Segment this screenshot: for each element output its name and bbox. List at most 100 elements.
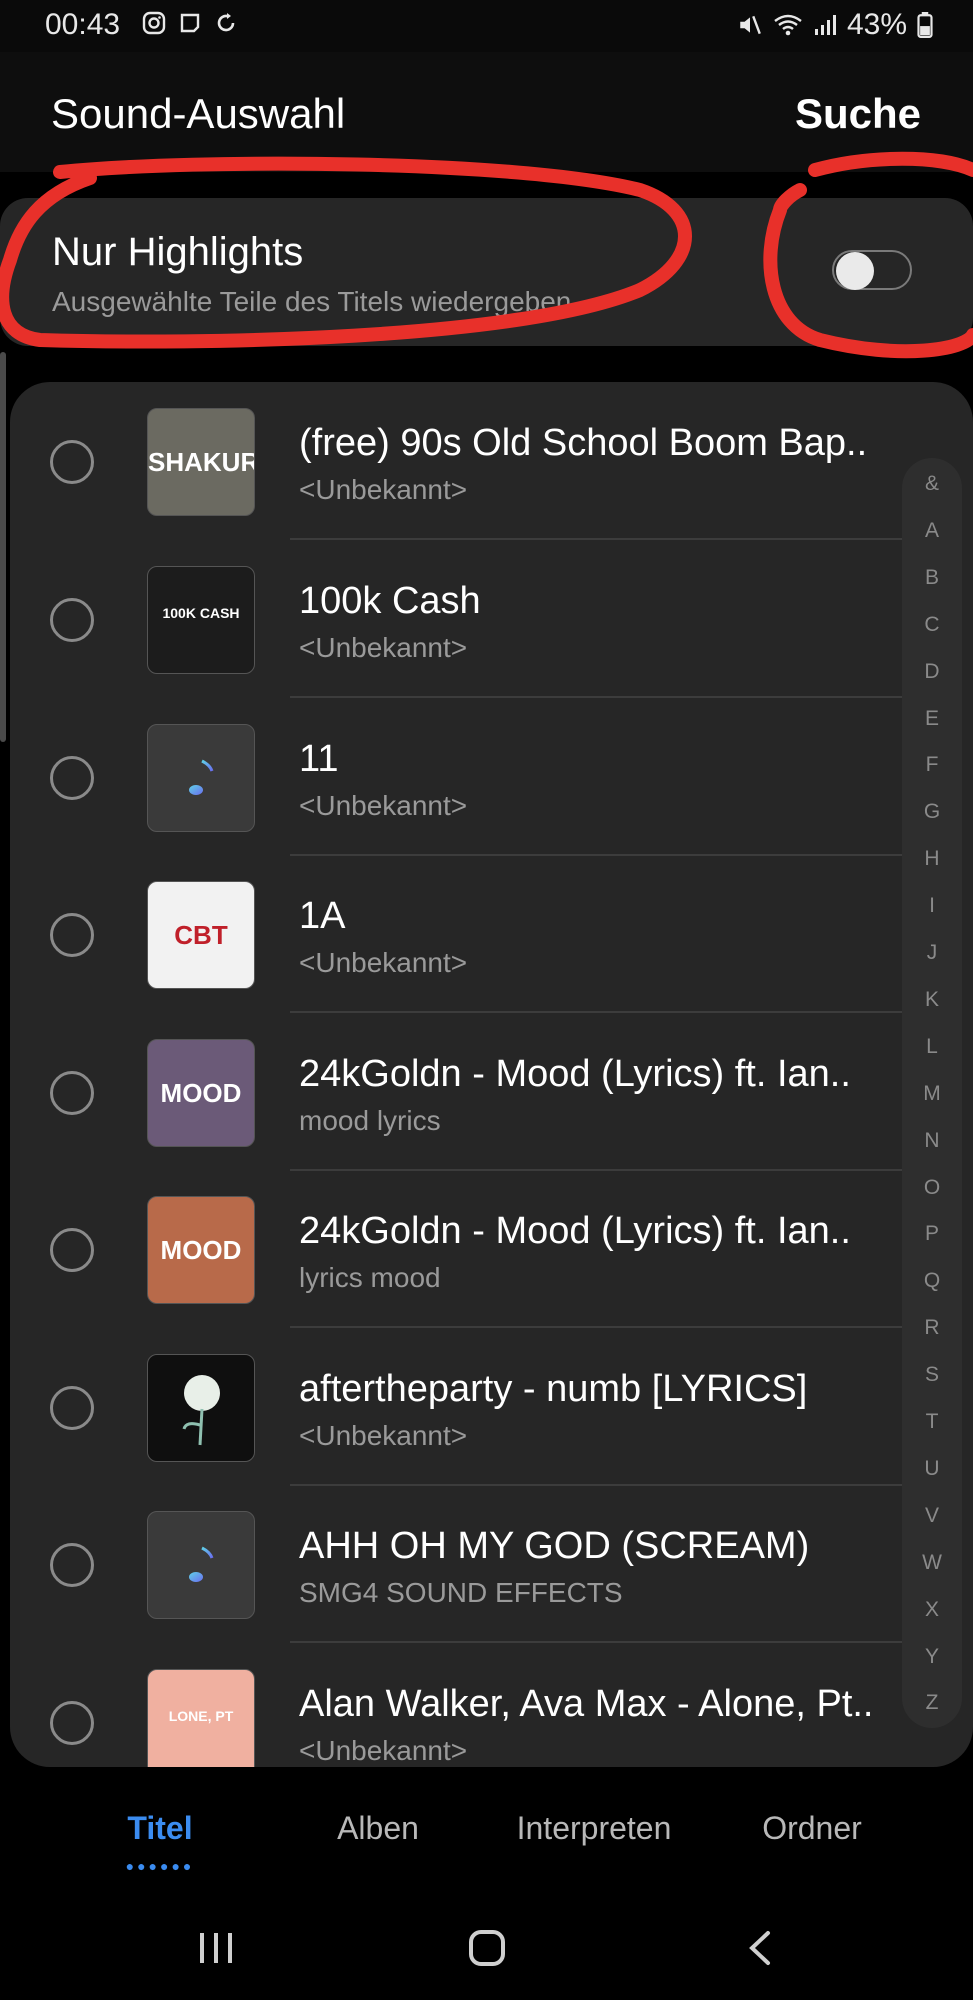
back-icon[interactable] [744, 1929, 774, 1967]
tab-label: Titel [127, 1810, 193, 1846]
battery-percent: 43% [846, 8, 907, 41]
song-title: 11 [299, 738, 339, 780]
song-title: 24kGoldn - Mood (Lyrics) ft. Ian.. [299, 1053, 851, 1095]
select-radio[interactable] [50, 913, 94, 957]
index-letter[interactable]: Q [902, 1269, 962, 1293]
signal-icon [814, 15, 836, 35]
album-art: 100K CASH [147, 566, 255, 674]
index-letter[interactable]: D [902, 660, 962, 684]
select-radio[interactable] [50, 1701, 94, 1745]
album-art-text: CBT [174, 920, 228, 950]
song-row[interactable]: 100K CASH 100k Cash <Unbekannt> [10, 540, 973, 698]
index-letter[interactable]: B [902, 566, 962, 590]
index-letter[interactable]: U [902, 1457, 962, 1481]
bottom-tabs: Titel ●●●●●● Alben Interpreten Ordner [0, 1790, 973, 1890]
album-art: MOOD [147, 1196, 255, 1304]
song-row[interactable]: MOOD 24kGoldn - Mood (Lyrics) ft. Ian.. mo… [10, 1013, 973, 1171]
song-title: Alan Walker, Ava Max - Alone, Pt.. [299, 1683, 874, 1725]
song-artist: mood lyrics [299, 1105, 441, 1136]
index-letter[interactable]: N [902, 1129, 962, 1153]
status-bar: 00:43 43% [0, 0, 973, 52]
index-letter[interactable]: H [902, 847, 962, 871]
app-header: Sound-Auswahl Suche [0, 52, 973, 172]
toggle-knob [836, 252, 874, 290]
song-title: 1A [299, 895, 346, 937]
index-letter[interactable]: A [902, 519, 962, 543]
highlights-title: Nur Highlights [52, 230, 304, 274]
sync-icon [217, 13, 235, 32]
index-letter[interactable]: M [902, 1082, 962, 1106]
tab-label: Alben [337, 1810, 419, 1846]
song-row[interactable]: LONE, PT Alan Walker, Ava Max - Alone, Pt… [10, 1643, 973, 1767]
song-title: aftertheparty - numb [LYRICS] [299, 1368, 808, 1410]
tab-label: Interpreten [516, 1810, 672, 1846]
song-artist: <Unbekannt> [299, 1735, 468, 1766]
select-radio[interactable] [50, 1386, 94, 1430]
song-artist: SMG4 SOUND EFFECTS [299, 1577, 623, 1608]
index-letter[interactable]: Z [902, 1691, 962, 1715]
highlights-setting[interactable]: Nur Highlights Ausgewählte Teile des Tit… [0, 198, 973, 346]
song-list[interactable]: SHAKUR (free) 90s Old School Boom Bap.. <U… [10, 382, 973, 1767]
index-letter[interactable]: G [902, 800, 962, 824]
tab-interpreten[interactable]: Interpreten [506, 1810, 682, 1847]
system-nav-bar [0, 1895, 973, 2000]
song-title: 100k Cash [299, 580, 481, 622]
page-title: Sound-Auswahl [51, 90, 346, 137]
music-note-icon [189, 1546, 214, 1582]
tab-label: Ordner [762, 1810, 862, 1846]
album-art-text: LONE, PT [168, 1708, 234, 1724]
scroll-indicator [0, 352, 6, 742]
album-art [147, 1354, 255, 1462]
song-title: AHH OH MY GOD (SCREAM) [299, 1525, 810, 1567]
album-art [147, 724, 255, 832]
index-letter[interactable]: L [902, 1035, 962, 1059]
select-radio[interactable] [50, 1071, 94, 1115]
alphabet-index[interactable]: & A B C D E F G H I J K L M N O P Q R S T U V W X Y Z [902, 458, 962, 1728]
battery-icon [917, 12, 933, 38]
song-title: 24kGoldn - Mood (Lyrics) ft. Ian.. [299, 1210, 851, 1252]
index-letter[interactable]: S [902, 1363, 962, 1387]
index-letter[interactable]: X [902, 1598, 962, 1622]
index-letter[interactable]: E [902, 707, 962, 731]
index-letter[interactable]: P [902, 1222, 962, 1246]
index-letter[interactable]: W [902, 1551, 962, 1575]
mute-icon [740, 15, 761, 35]
index-letter[interactable]: T [902, 1410, 962, 1434]
song-row[interactable]: aftertheparty - numb [LYRICS] <Unbekannt> [10, 1328, 973, 1486]
index-letter[interactable]: & [902, 472, 962, 496]
search-button[interactable]: Suche [795, 90, 921, 138]
album-art-text: MOOD [160, 1235, 242, 1265]
index-letter[interactable]: O [902, 1176, 962, 1200]
song-row[interactable]: AHH OH MY GOD (SCREAM) SMG4 SOUND EFFECTS [10, 1485, 973, 1643]
song-row[interactable]: MOOD 24kGoldn - Mood (Lyrics) ft. Ian.. ly… [10, 1170, 973, 1328]
active-tab-indicator: ●●●●●● [125, 1858, 195, 1874]
song-row[interactable]: CBT 1A <Unbekannt> [10, 855, 973, 1013]
song-row[interactable]: 11 <Unbekannt> [10, 698, 973, 856]
index-letter[interactable]: J [902, 941, 962, 965]
index-letter[interactable]: F [902, 753, 962, 777]
highlights-toggle[interactable] [832, 250, 912, 290]
status-time: 00:43 [45, 8, 121, 41]
select-radio[interactable] [50, 1543, 94, 1587]
select-radio[interactable] [50, 440, 94, 484]
index-letter[interactable]: K [902, 988, 962, 1012]
tab-titel[interactable]: Titel ●●●●●● [110, 1810, 210, 1874]
tab-ordner[interactable]: Ordner [752, 1810, 872, 1847]
album-art: SHAKUR [147, 408, 255, 516]
index-letter[interactable]: C [902, 613, 962, 637]
index-letter[interactable]: V [902, 1504, 962, 1528]
music-note-icon [189, 759, 214, 795]
song-row[interactable]: SHAKUR (free) 90s Old School Boom Bap.. <U… [10, 382, 973, 540]
tab-alben[interactable]: Alben [318, 1810, 438, 1847]
index-letter[interactable]: R [902, 1316, 962, 1340]
recent-apps-icon[interactable] [198, 1931, 234, 1965]
select-radio[interactable] [50, 598, 94, 642]
index-letter[interactable]: Y [902, 1645, 962, 1669]
index-letter[interactable]: I [902, 894, 962, 918]
screenshot-icon [180, 13, 200, 33]
select-radio[interactable] [50, 1228, 94, 1272]
select-radio[interactable] [50, 756, 94, 800]
rose-art-icon [182, 1375, 220, 1446]
home-icon[interactable] [468, 1929, 506, 1967]
song-artist: <Unbekannt> [299, 790, 468, 821]
